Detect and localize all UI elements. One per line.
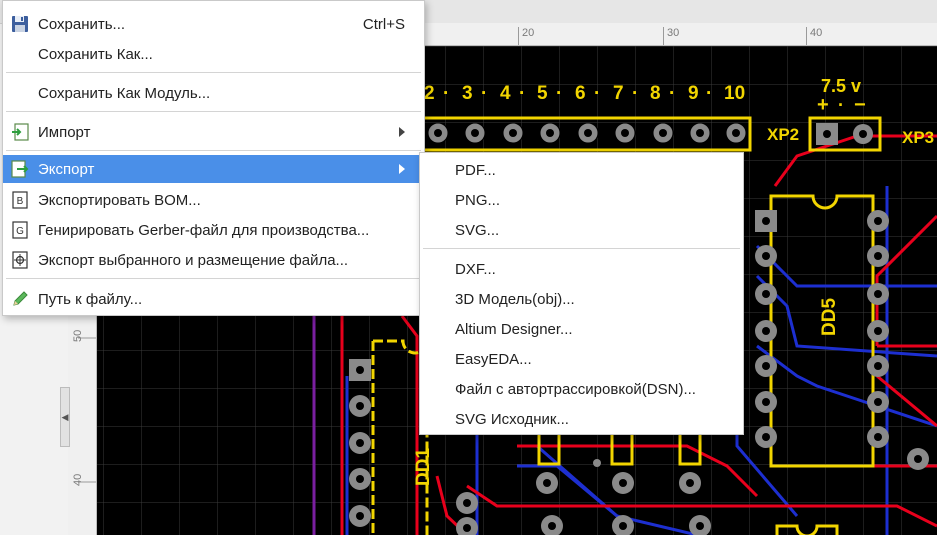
bom-icon: B: [12, 191, 28, 209]
ruler-label-20: 20: [522, 27, 535, 39]
header-pin-dot: ·: [519, 83, 525, 104]
xp2-minus-label: −: [854, 94, 866, 116]
header-pin-dot: ·: [706, 83, 712, 104]
header-pin-dot: ·: [556, 83, 562, 104]
menu-separator: [6, 111, 421, 112]
menu-item-export-selected[interactable]: Экспорт выбранного и размещение файла...: [3, 246, 424, 274]
header-pin-dot: ·: [443, 83, 449, 104]
xp2-voltage-label: 7.5 v: [821, 76, 861, 96]
shortcut-label: Ctrl+S: [362, 15, 405, 33]
ruler-label-30: 30: [667, 27, 680, 39]
menu-item-save[interactable]: Сохранить... Ctrl+S: [3, 10, 424, 38]
svg-text:G: G: [16, 226, 24, 237]
export-icon: [11, 160, 29, 178]
ruler-left-label-40: 40: [72, 474, 84, 486]
header-pin-label-2: 2: [424, 83, 435, 104]
menu-separator: [6, 150, 421, 151]
header-pin-label-5: 5: [537, 83, 548, 104]
menu-separator: [6, 72, 421, 73]
header-pin-label-6: 6: [575, 83, 586, 104]
menu-item-label: Сохранить Как...: [38, 45, 153, 63]
menu-item-export-bom[interactable]: B Экспортировать BOM...: [3, 186, 424, 214]
menu-item-save-as[interactable]: Сохранить Как...: [3, 40, 424, 68]
export-item-easyeda[interactable]: EasyEDA...: [420, 345, 743, 373]
submenu-item-label: EasyEDA...: [455, 350, 532, 368]
export-item-svg[interactable]: SVG...: [420, 216, 743, 244]
menu-item-label: Генирировать Gerber-файл для производств…: [38, 221, 370, 239]
menu-item-file-path[interactable]: Путь к файлу...: [3, 285, 424, 313]
header-pin-label-7: 7: [613, 83, 624, 104]
header-pin-label-9: 9: [688, 83, 699, 104]
ruler-label-40: 40: [810, 27, 823, 39]
menu-item-save-as-module[interactable]: Сохранить Как Модуль...: [3, 79, 424, 107]
header-pin-label-3: 3: [462, 83, 473, 104]
panel-collapse-button[interactable]: ◀: [60, 387, 70, 447]
menu-item-label: Сохранить...: [38, 15, 126, 33]
submenu-item-label: SVG Исходник...: [455, 410, 569, 428]
menu-item-label: Экспорт: [38, 160, 95, 178]
export-item-pdf[interactable]: PDF...: [420, 156, 743, 184]
submenu-item-label: 3D Модель(obj)...: [455, 290, 575, 308]
menu-item-label: Импорт: [38, 123, 91, 141]
submenu-item-label: Файл с автортрассировкой(DSN)...: [455, 380, 696, 398]
submenu-item-label: PDF...: [455, 161, 496, 179]
submenu-item-label: DXF...: [455, 260, 496, 278]
menu-item-label: Сохранить Как Модуль...: [38, 84, 211, 102]
submenu-item-label: SVG...: [455, 221, 500, 239]
import-icon: [12, 123, 29, 141]
menu-item-label: Экспортировать BOM...: [38, 191, 201, 209]
submenu-arrow-icon: [399, 164, 405, 174]
export-item-dxf[interactable]: DXF...: [420, 255, 743, 283]
dd1-label: DD1: [413, 448, 434, 486]
header-pin-label-4: 4: [500, 83, 511, 104]
menu-item-label: Путь к файлу...: [38, 290, 143, 308]
export-item-svg-source[interactable]: SVG Исходник...: [420, 405, 743, 433]
header-pin-dot: ·: [481, 83, 487, 104]
header-pin-dot: ·: [632, 83, 638, 104]
floppy-disk-icon: [12, 16, 28, 32]
menu-item-gerber[interactable]: G Генирировать Gerber-файл для производс…: [3, 216, 424, 244]
export-item-3d-model[interactable]: 3D Модель(obj)...: [420, 285, 743, 313]
export-item-png[interactable]: PNG...: [420, 186, 743, 214]
xp2-label: XP2: [767, 125, 799, 144]
left-ruler: 50 40: [68, 300, 97, 535]
xp3-label: XP3: [902, 128, 934, 147]
ruler-left-label-50: 50: [72, 330, 84, 342]
dd5-label: DD5: [819, 298, 840, 336]
header-pin-dot: ·: [669, 83, 675, 104]
top-ruler: 20 30 40: [400, 23, 937, 46]
menu-item-import[interactable]: Импорт: [3, 118, 424, 146]
submenu-item-label: PNG...: [455, 191, 501, 209]
header-pin-dot: ·: [594, 83, 600, 104]
header-pin-label-8: 8: [650, 83, 661, 104]
header-pin-label-10: 10: [724, 83, 745, 104]
export-submenu: PDF... PNG... SVG... DXF... 3D Модель(ob…: [419, 152, 744, 435]
menu-item-export[interactable]: Экспорт: [3, 155, 424, 183]
export-item-altium[interactable]: Altium Designer...: [420, 315, 743, 343]
xp2-plus-label: +: [817, 94, 829, 116]
svg-text:B: B: [17, 196, 24, 207]
menu-item-label: Экспорт выбранного и размещение файла...: [38, 251, 349, 269]
placement-icon: [12, 251, 28, 269]
file-menu: Сохранить... Ctrl+S Сохранить Как... Сох…: [2, 0, 425, 316]
menu-separator: [423, 248, 740, 249]
submenu-item-label: Altium Designer...: [455, 320, 573, 338]
menu-separator: [6, 278, 421, 279]
gerber-icon: G: [12, 221, 28, 239]
export-item-dsn[interactable]: Файл с автортрассировкой(DSN)...: [420, 375, 743, 403]
submenu-arrow-icon: [399, 127, 405, 137]
pencil-icon: [13, 291, 28, 306]
xp2-dot: ·: [838, 95, 844, 115]
